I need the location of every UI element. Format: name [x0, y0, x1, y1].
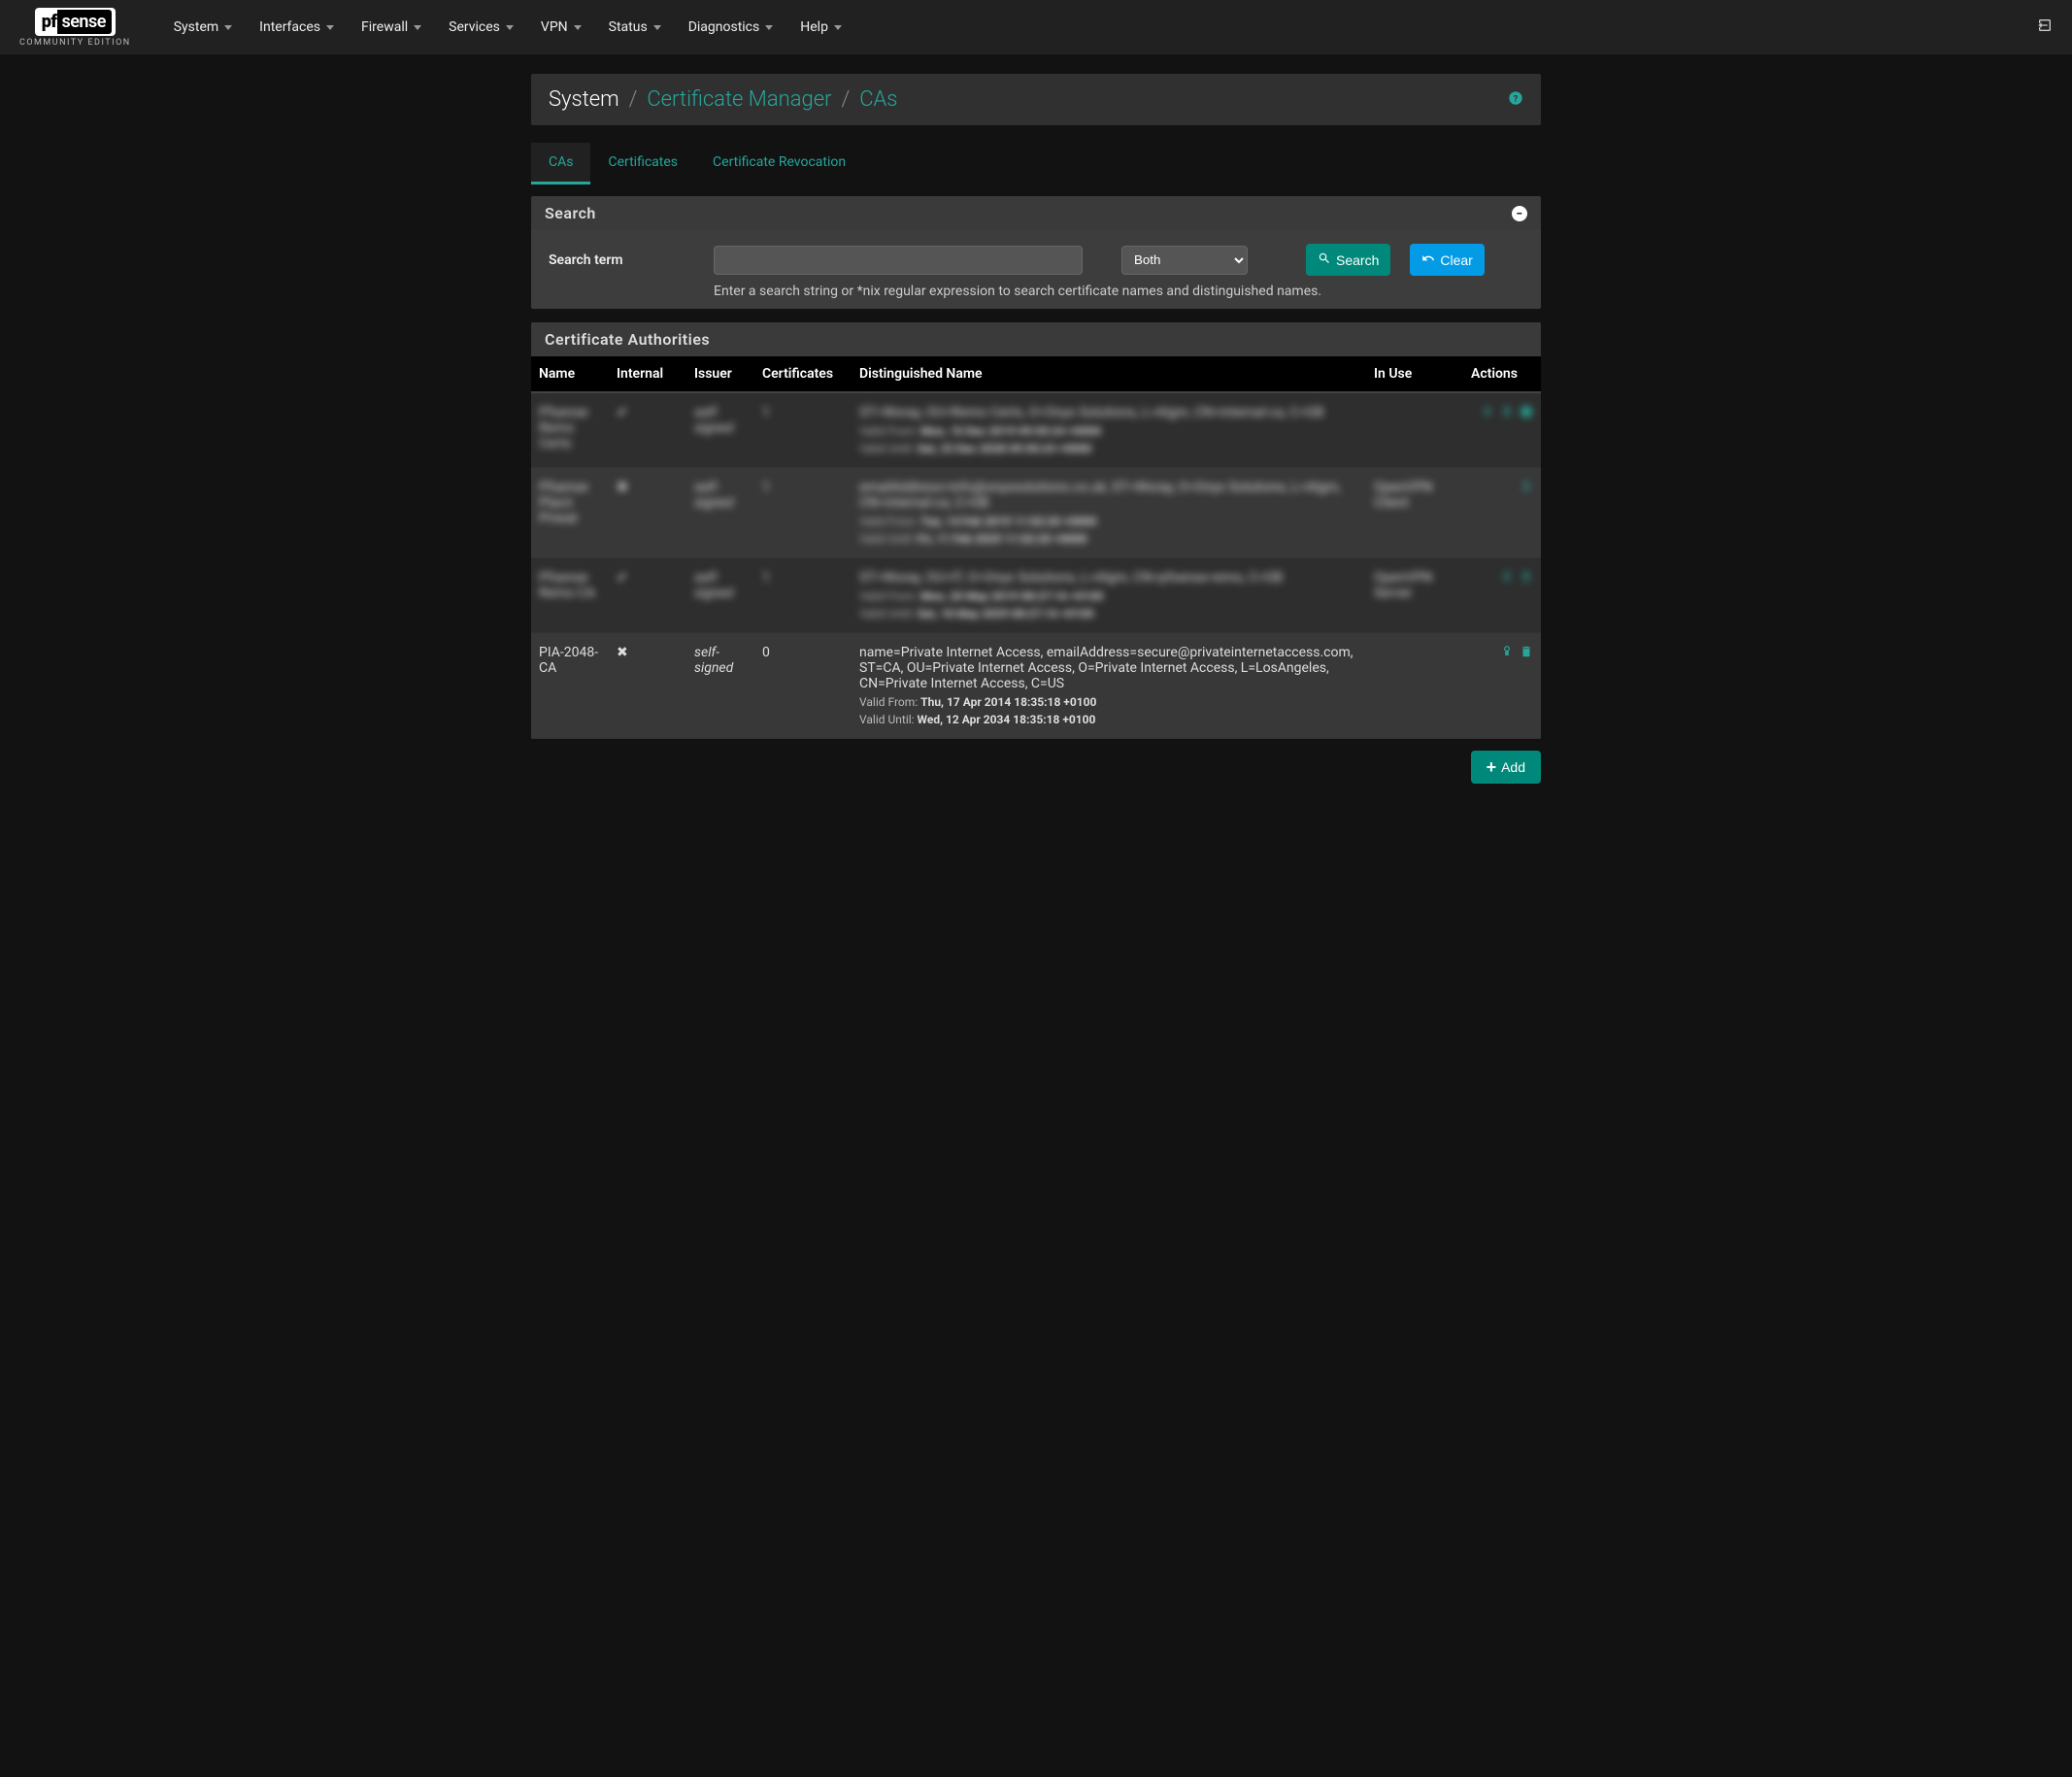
col-inuse: In Use: [1366, 356, 1463, 392]
table-row: Pfsense Remo CA ✔ self-signed 1 ST=Woray, OU…: [531, 558, 1541, 633]
col-dn: Distinguished Name: [852, 356, 1366, 392]
search-hint: Enter a search string or *nix regular ex…: [714, 284, 1523, 299]
ca-dn: name=Private Internet Access, emailAddre…: [859, 645, 1358, 691]
search-icon: [1318, 251, 1331, 268]
search-button[interactable]: Search: [1306, 244, 1390, 276]
cert-icon[interactable]: [1500, 570, 1514, 587]
chevron-down-icon: [574, 25, 582, 30]
cert-icon[interactable]: [1481, 405, 1494, 422]
table-row: Pfsense Placn Priwat ✖ self-signed 1 emailAd…: [531, 468, 1541, 558]
chevron-down-icon: [653, 25, 661, 30]
collapse-icon[interactable]: −: [1512, 206, 1527, 221]
ca-valid-until: Valid Until: Wed, 12 Apr 2034 18:35:18 +…: [859, 713, 1358, 726]
ca-dn: emailAddress=info@onyxsolutions.co.uk, S…: [859, 480, 1358, 511]
ca-valid-from: Valid From: Mon, 10 Dec 2019 09:50:24 +0…: [859, 424, 1358, 438]
tab-certificates[interactable]: Certificates: [590, 143, 695, 184]
ca-name: PIA-2048-CA: [539, 645, 598, 676]
chevron-down-icon: [834, 25, 842, 30]
cert-icon[interactable]: [1500, 645, 1514, 662]
chevron-down-icon: [414, 25, 421, 30]
ca-table: Name Internal Issuer Certificates Distin…: [531, 356, 1541, 739]
cert-icon[interactable]: [1520, 480, 1533, 497]
logout-icon[interactable]: [2037, 17, 2053, 37]
ca-issuer: self-signed: [694, 570, 733, 601]
col-actions: Actions: [1463, 356, 1541, 392]
breadcrumb: System / Certificate Manager / CAs ?: [531, 74, 1541, 125]
export-icon[interactable]: [1500, 405, 1514, 422]
check-icon: ✔: [617, 405, 628, 420]
ca-valid-from: Valid From: Thu, 17 Apr 2014 18:35:18 +0…: [859, 695, 1358, 709]
ca-valid-until: Valid Until: Sat, 23 Dec 2028 09:50:24 +…: [859, 442, 1358, 455]
x-icon: ✖: [617, 645, 628, 660]
breadcrumb-certmgr[interactable]: Certificate Manager: [647, 87, 831, 112]
search-label: Search term: [549, 252, 694, 268]
top-navbar: pfsense COMMUNITY EDITION System Interfa…: [0, 0, 2072, 54]
col-certs: Certificates: [754, 356, 852, 392]
info-icon[interactable]: [1520, 405, 1533, 422]
search-scope-select[interactable]: Both: [1121, 246, 1248, 275]
check-icon: ✔: [617, 570, 628, 586]
export-icon[interactable]: [1520, 570, 1533, 587]
x-icon: ✖: [617, 480, 628, 495]
col-internal: Internal: [609, 356, 686, 392]
logo-sense: sense: [57, 10, 111, 34]
nav-interfaces[interactable]: Interfaces: [246, 19, 348, 35]
nav-vpn[interactable]: VPN: [527, 19, 595, 35]
search-panel: Search − Search term Both Search Clear: [531, 196, 1541, 309]
breadcrumb-cas[interactable]: CAs: [859, 87, 897, 112]
table-row: Pfsense Remo Certs ✔ self-signed 1 ST=Woray,…: [531, 392, 1541, 468]
undo-icon: [1421, 251, 1435, 268]
help-icon[interactable]: ?: [1508, 90, 1523, 110]
tab-crl[interactable]: Certificate Revocation: [695, 143, 863, 184]
ca-name: Pfsense Placn Priwat: [539, 480, 588, 526]
breadcrumb-root: System: [549, 87, 619, 112]
col-issuer: Issuer: [686, 356, 754, 392]
table-row: PIA-2048-CA ✖ self-signed 0 name=Private Int…: [531, 633, 1541, 739]
logo-subtitle: COMMUNITY EDITION: [19, 38, 131, 48]
tab-cas[interactable]: CAs: [531, 143, 590, 184]
ca-issuer: self-signed: [694, 405, 733, 436]
logo-pf: pf: [39, 10, 60, 34]
ca-in-use: OpenVPN Client: [1374, 480, 1432, 511]
ca-valid-until: Valid Until: Fri, 11 Feb 2029 11:02:20 +…: [859, 532, 1358, 546]
col-name: Name: [531, 356, 609, 392]
nav-diagnostics[interactable]: Diagnostics: [675, 19, 787, 35]
clear-button[interactable]: Clear: [1410, 244, 1484, 276]
ca-dn: ST=Woray, OU=Remo Certs, O=Onyx Solution…: [859, 405, 1358, 420]
ca-in-use: OpenVPN Server: [1374, 570, 1432, 601]
ca-name: Pfsense Remo CA: [539, 570, 595, 601]
chevron-down-icon: [506, 25, 514, 30]
ca-valid-until: Valid Until: Sat, 18 May 2029 08:27:16 +…: [859, 607, 1358, 620]
add-button[interactable]: + Add: [1471, 751, 1541, 784]
plus-icon: +: [1487, 758, 1497, 776]
ca-cert-count: 1: [762, 480, 770, 495]
ca-name: Pfsense Remo Certs: [539, 405, 588, 452]
ca-issuer: self-signed: [694, 480, 733, 511]
ca-issuer: self-signed: [694, 645, 733, 676]
ca-table-panel: Certificate Authorities Name Internal Is…: [531, 322, 1541, 739]
ca-valid-from: Valid From: Tue, 14 Feb 2019 11:02:20 +0…: [859, 515, 1358, 528]
chevron-down-icon: [765, 25, 773, 30]
nav-menu: System Interfaces Firewall Services VPN …: [160, 19, 2037, 35]
search-panel-heading: Search −: [531, 196, 1541, 230]
search-input[interactable]: [714, 246, 1083, 275]
nav-system[interactable]: System: [160, 19, 246, 35]
chevron-down-icon: [224, 25, 232, 30]
nav-services[interactable]: Services: [435, 19, 527, 35]
ca-cert-count: 1: [762, 570, 770, 586]
nav-status[interactable]: Status: [595, 19, 675, 35]
nav-firewall[interactable]: Firewall: [348, 19, 435, 35]
ca-panel-heading: Certificate Authorities: [531, 322, 1541, 356]
svg-text:?: ?: [1514, 93, 1519, 104]
ca-cert-count: 1: [762, 405, 770, 420]
nav-help[interactable]: Help: [786, 19, 855, 35]
ca-valid-from: Valid From: Mon, 20 May 2019 08:27:16 +0…: [859, 589, 1358, 603]
ca-cert-count: 0: [762, 645, 770, 660]
tabs: CAs Certificates Certificate Revocation: [531, 143, 1541, 184]
logo[interactable]: pfsense COMMUNITY EDITION: [19, 3, 131, 52]
trash-icon[interactable]: [1520, 645, 1533, 662]
chevron-down-icon: [326, 25, 334, 30]
ca-dn: ST=Woray, OU=IT, O=Onyx Solutions, L=Alg…: [859, 570, 1358, 586]
